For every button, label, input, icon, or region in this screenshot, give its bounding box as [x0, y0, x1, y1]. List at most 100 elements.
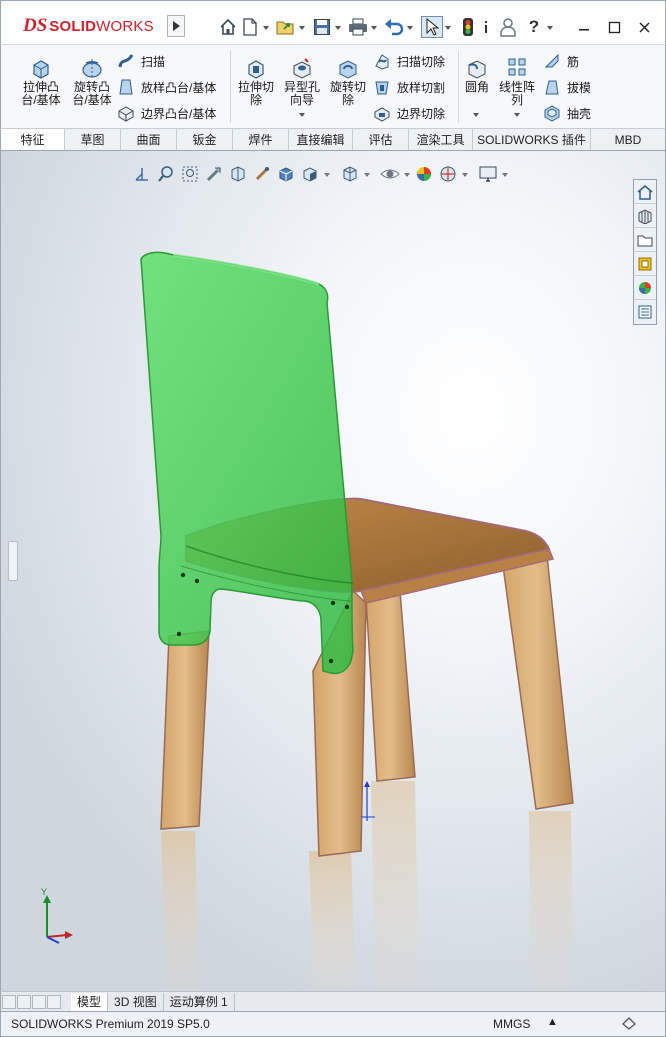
- new-document-icon[interactable]: [239, 16, 261, 38]
- tab-evaluate[interactable]: 评估: [353, 129, 409, 150]
- tab-mbd[interactable]: MBD: [591, 129, 665, 150]
- tab-3d-views[interactable]: 3D 视图: [108, 992, 164, 1011]
- revolve-boss-label: 旋转凸台/基体: [72, 80, 112, 107]
- window-controls: [569, 15, 659, 39]
- unit-system-menu-icon[interactable]: ▲: [547, 1016, 558, 1028]
- tab-sketch[interactable]: 草图: [65, 129, 121, 150]
- rebuild-icon[interactable]: [457, 16, 479, 38]
- tab-solidworks-addins[interactable]: SOLIDWORKS 插件: [473, 129, 591, 150]
- select-arrow-icon[interactable]: [421, 16, 443, 38]
- rear-left-leg: [364, 578, 416, 782]
- selected-back-panel[interactable]: [140, 251, 354, 675]
- lofted-cut-label: 放样切割: [397, 80, 446, 95]
- solidworks-logo[interactable]: DS SOLIDWORKS: [23, 13, 154, 39]
- maximize-icon[interactable]: [599, 15, 629, 39]
- print-icon[interactable]: [347, 16, 369, 38]
- quick-access-toolbar: ?: [217, 15, 555, 39]
- tab-direct-editing[interactable]: 直接编辑: [289, 129, 353, 150]
- fillet-button[interactable]: 圆角: [457, 57, 497, 117]
- chair-model[interactable]: Y: [1, 151, 666, 991]
- swept-cut-icon: [373, 52, 391, 70]
- extrude-cut-button[interactable]: 拉伸切除: [231, 57, 281, 107]
- select-dropdown[interactable]: [443, 16, 453, 38]
- loft-boss-button[interactable]: 放样凸台/基体: [117, 77, 216, 97]
- revolve-boss-icon: [80, 57, 104, 79]
- fillet-label: 圆角: [464, 80, 489, 94]
- unit-system[interactable]: MMGS: [493, 1017, 530, 1031]
- revolve-boss-button[interactable]: 旋转凸台/基体: [67, 57, 117, 107]
- shell-label: 抽壳: [567, 106, 592, 121]
- hole-wizard-dropdown[interactable]: [299, 113, 305, 117]
- previous-tab-arrow[interactable]: [17, 994, 31, 1009]
- command-manager-tabs: 特征 草图 曲面 钣金 焊件 直接编辑 评估 渲染工具 SOLIDWORKS 插…: [0, 128, 666, 151]
- last-tab-arrow[interactable]: [47, 994, 61, 1009]
- sweep-label: 扫描: [141, 54, 166, 69]
- tab-render-tools[interactable]: 渲染工具: [409, 129, 473, 150]
- boundary-boss-label: 边界凸台/基体: [141, 106, 217, 121]
- boundary-cut-icon: [373, 104, 391, 122]
- hole-wizard-label: 异型孔向导: [283, 80, 320, 107]
- next-tab-arrow[interactable]: [32, 994, 46, 1009]
- extrude-cut-icon: [244, 57, 268, 79]
- first-tab-arrow[interactable]: [2, 994, 16, 1009]
- model-view-tabs: 模型 3D 视图 运动算例 1: [0, 991, 666, 1011]
- extrude-boss-icon: [29, 57, 53, 79]
- tab-surfaces[interactable]: 曲面: [121, 129, 177, 150]
- open-icon[interactable]: [275, 16, 297, 38]
- status-misc-icon[interactable]: [621, 1016, 637, 1033]
- linear-pattern-button[interactable]: 线性阵列: [495, 57, 539, 117]
- swept-cut-button[interactable]: 扫描切除: [373, 51, 445, 71]
- revolve-cut-button[interactable]: 旋转切除: [323, 57, 373, 107]
- undo-dropdown[interactable]: [405, 16, 415, 38]
- boundary-boss-button[interactable]: 边界凸台/基体: [117, 103, 216, 123]
- extrude-cut-label: 拉伸切除: [237, 80, 274, 107]
- extrude-boss-button[interactable]: 拉伸凸台/基体: [16, 57, 66, 107]
- save-dropdown[interactable]: [333, 16, 343, 38]
- revolve-cut-label: 旋转切除: [329, 80, 366, 107]
- lofted-cut-icon: [373, 78, 391, 96]
- boundary-cut-label: 边界切除: [397, 106, 446, 121]
- tab-features[interactable]: 特征: [1, 129, 65, 150]
- tab-motion-study-1[interactable]: 运动算例 1: [164, 992, 235, 1011]
- reference-triad: Y: [41, 887, 73, 944]
- lofted-cut-button[interactable]: 放样切割: [373, 77, 445, 97]
- sweep-button[interactable]: 扫描: [117, 51, 165, 71]
- pattern-dropdown[interactable]: [514, 113, 520, 117]
- linear-pattern-label: 线性阵列: [498, 80, 535, 107]
- fillet-dropdown[interactable]: [473, 113, 479, 117]
- graphics-area[interactable]: Y: [0, 151, 666, 991]
- boundary-boss-icon: [117, 104, 135, 122]
- new-dropdown[interactable]: [261, 16, 271, 38]
- close-icon[interactable]: [629, 15, 659, 39]
- revolve-cut-icon: [336, 57, 360, 79]
- shell-button[interactable]: 抽壳: [543, 103, 591, 123]
- product-version: SOLIDWORKS Premium 2019 SP5.0: [11, 1017, 210, 1031]
- help-icon[interactable]: ?: [523, 16, 545, 38]
- minimize-icon[interactable]: [569, 15, 599, 39]
- save-icon[interactable]: [311, 16, 333, 38]
- print-dropdown[interactable]: [369, 16, 379, 38]
- tab-model[interactable]: 模型: [71, 992, 109, 1011]
- brand-name: SOLIDWORKS: [49, 17, 154, 35]
- draft-icon: [543, 78, 561, 96]
- tab-weldments[interactable]: 焊件: [233, 129, 289, 150]
- boundary-cut-button[interactable]: 边界切除: [373, 103, 445, 123]
- open-dropdown[interactable]: [297, 16, 307, 38]
- hole-wizard-button[interactable]: 异型孔向导: [277, 57, 327, 117]
- draft-label: 拔模: [567, 80, 592, 95]
- undo-icon[interactable]: [383, 16, 405, 38]
- help-dropdown[interactable]: [545, 16, 555, 38]
- options-icon[interactable]: [479, 16, 493, 38]
- draft-button[interactable]: 拔模: [543, 77, 591, 97]
- tab-sheet-metal[interactable]: 钣金: [177, 129, 233, 150]
- fillet-icon: [465, 57, 489, 79]
- rib-label: 筋: [567, 54, 580, 69]
- command-manager-ribbon: 拉伸凸台/基体 旋转凸台/基体 扫描 放样凸台/基体 边界凸台/基体 拉伸切除 …: [0, 44, 666, 128]
- front-left-leg: [160, 630, 210, 830]
- home-icon[interactable]: [217, 16, 239, 38]
- user-icon[interactable]: [497, 16, 519, 38]
- svg-text:Y: Y: [41, 887, 47, 897]
- rib-icon: [543, 52, 561, 70]
- menu-expand-button[interactable]: [167, 15, 185, 37]
- rib-button[interactable]: 筋: [543, 51, 579, 71]
